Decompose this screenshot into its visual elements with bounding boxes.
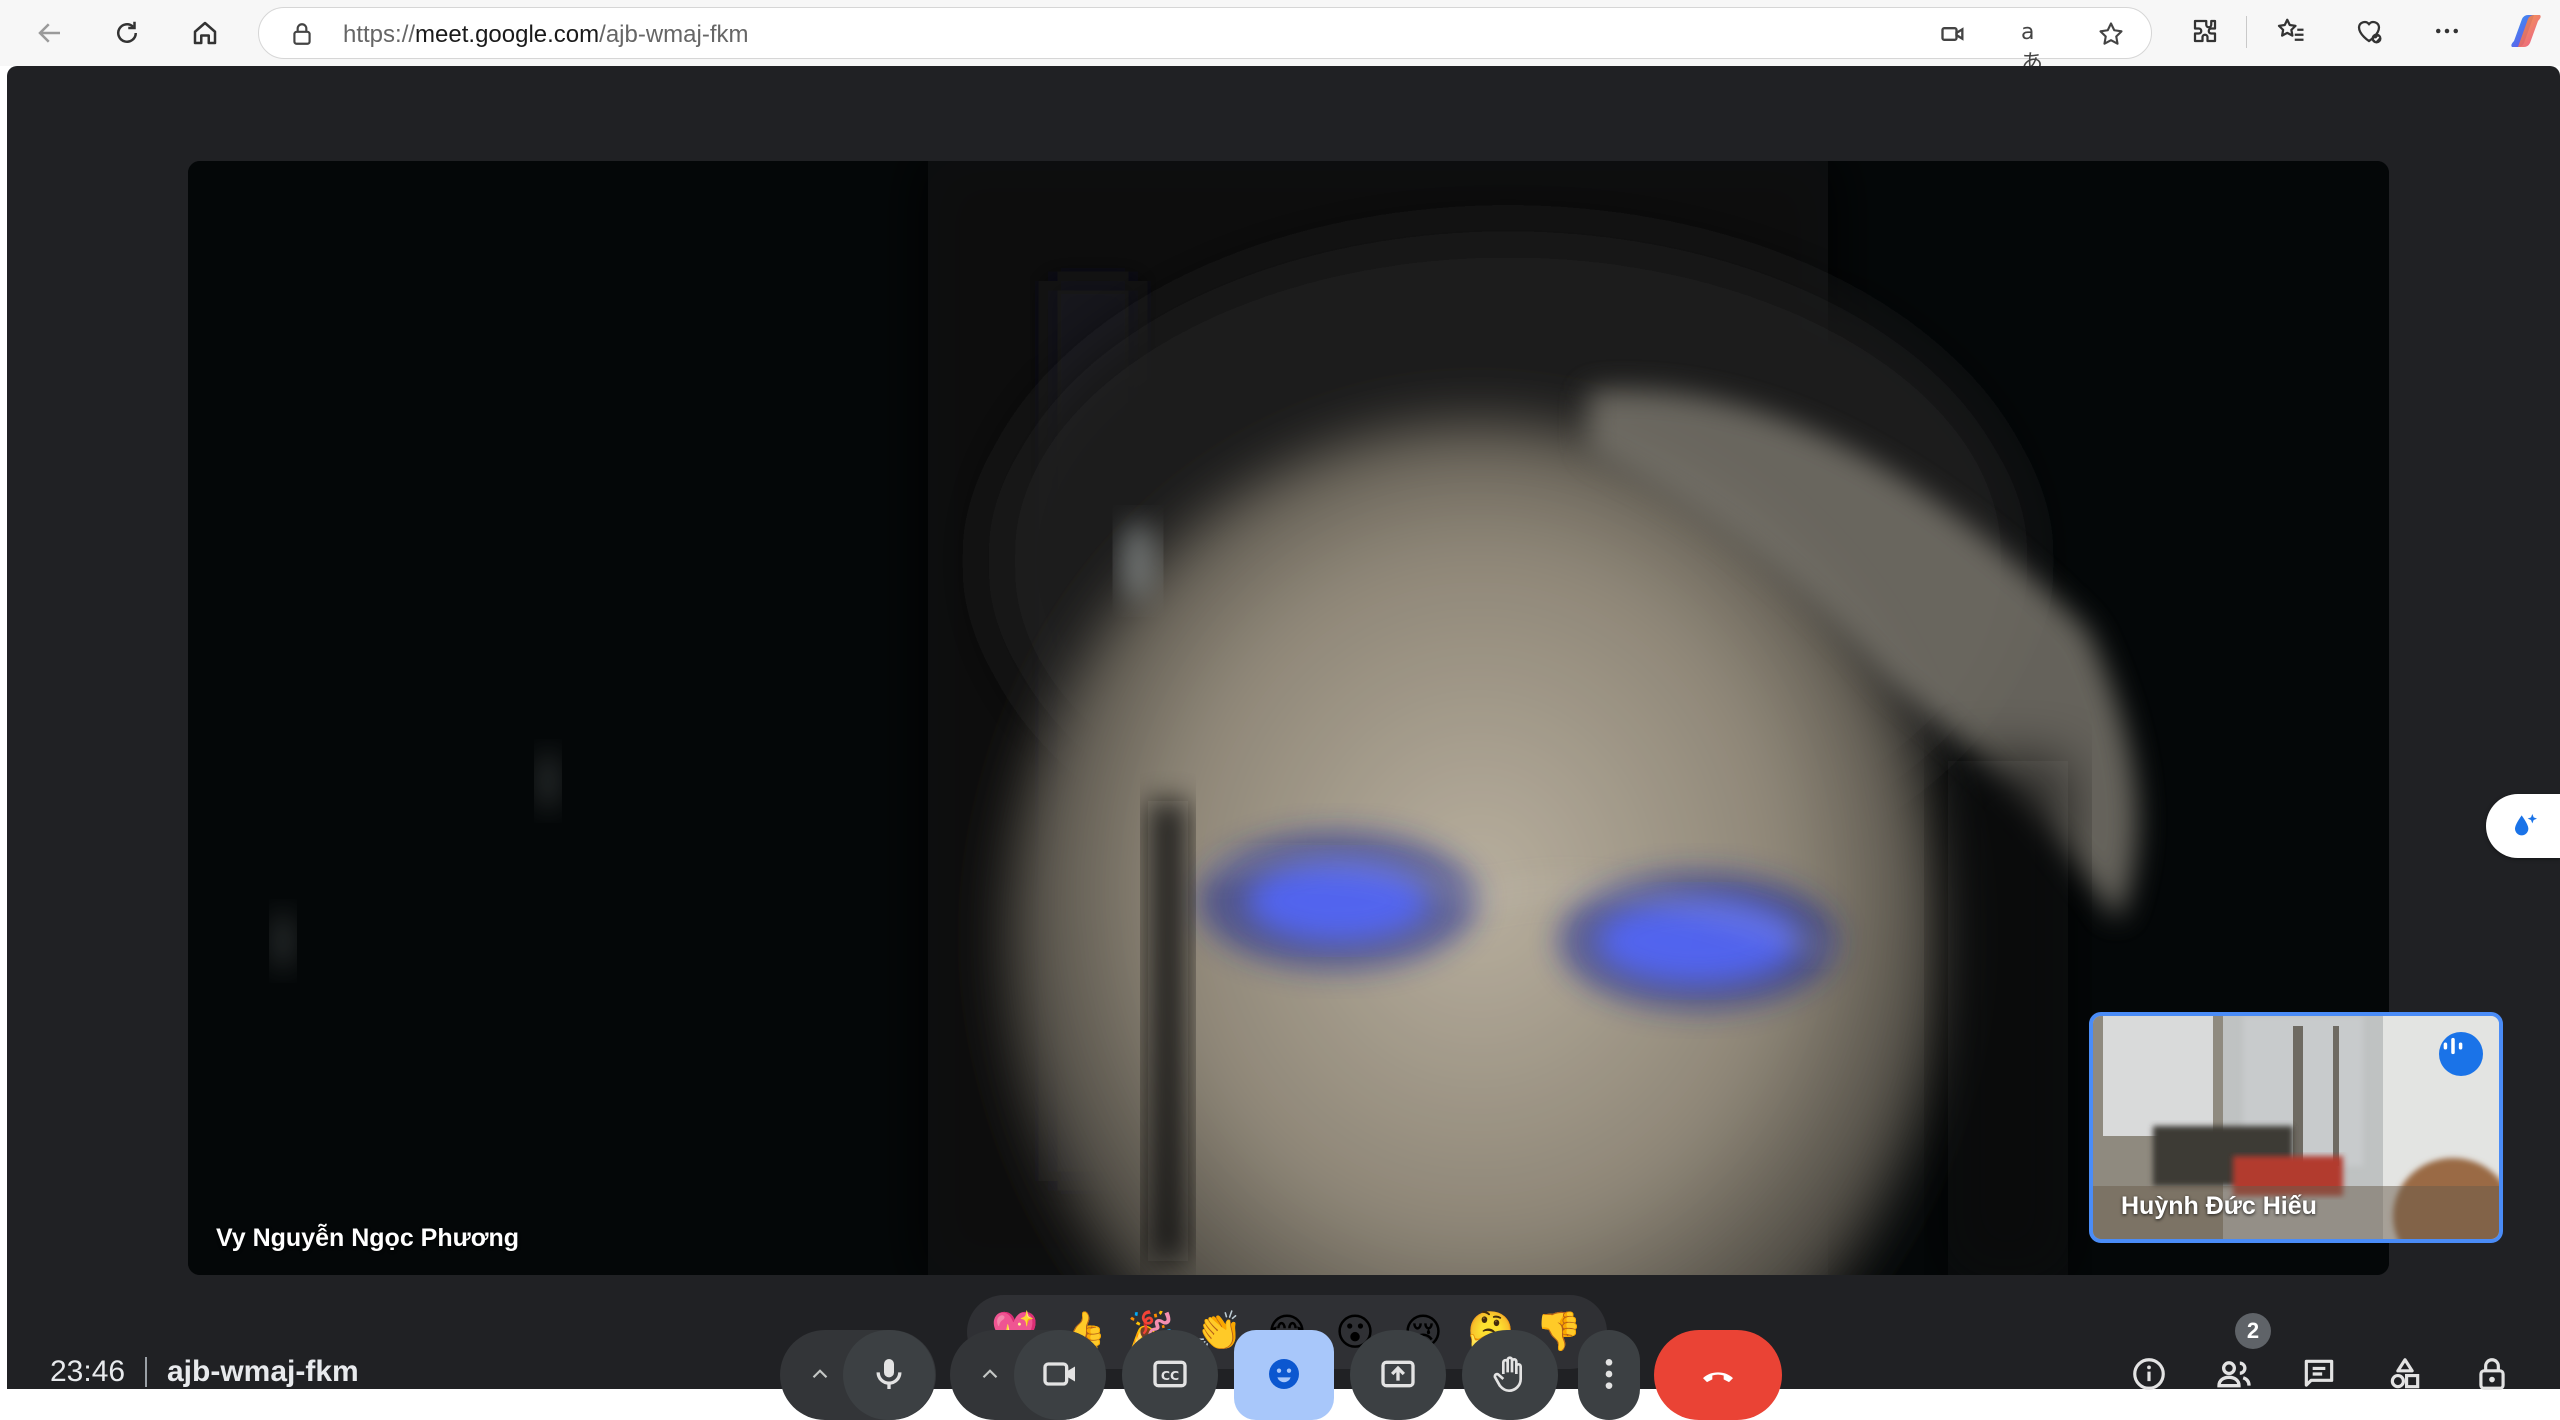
copilot-button[interactable] bbox=[2505, 10, 2547, 52]
leave-call-button[interactable] bbox=[1654, 1330, 1782, 1420]
chat-button[interactable] bbox=[2297, 1352, 2341, 1396]
participant-count-badge: 2 bbox=[2235, 1313, 2271, 1349]
info-divider bbox=[145, 1357, 147, 1387]
copilot-icon bbox=[2511, 15, 2541, 47]
home-button[interactable] bbox=[182, 10, 228, 56]
people-button[interactable] bbox=[2212, 1352, 2256, 1396]
main-participant-name: Vy Nguyễn Ngọc Phương bbox=[216, 1224, 520, 1252]
heart-pulse-icon bbox=[2357, 20, 2382, 44]
video-settings-caret[interactable] bbox=[970, 1354, 1010, 1394]
meeting-code: ajb-wmaj-fkm bbox=[167, 1355, 359, 1388]
favorites-button[interactable] bbox=[2274, 14, 2308, 48]
speaking-indicator-icon bbox=[2439, 1032, 2483, 1076]
browser-essentials-button[interactable] bbox=[2352, 14, 2386, 48]
audio-settings-caret[interactable] bbox=[800, 1354, 840, 1394]
browser-toolbar: https://meet.google.com/ajb-wmaj-fkm aあ bbox=[0, 0, 2560, 76]
microphone-button[interactable] bbox=[843, 1330, 935, 1420]
url-scheme: https:// bbox=[343, 21, 416, 48]
puzzle-icon bbox=[2193, 19, 2217, 43]
url-path: /ajb-wmaj-fkm bbox=[599, 21, 749, 48]
more-vertical-icon bbox=[1605, 1359, 1613, 1389]
sparkle-drop-icon bbox=[2515, 814, 2537, 836]
url-text[interactable]: https://meet.google.com/ajb-wmaj-fkm bbox=[343, 21, 749, 49]
reactions-button[interactable] bbox=[1234, 1330, 1334, 1420]
host-controls-button[interactable] bbox=[2470, 1352, 2514, 1396]
camera-button[interactable] bbox=[1014, 1330, 1106, 1420]
favorites-list-icon bbox=[2277, 18, 2304, 41]
refresh-button[interactable] bbox=[104, 10, 150, 56]
favorite-star-icon[interactable] bbox=[2097, 20, 2125, 48]
activities-button[interactable] bbox=[2383, 1352, 2427, 1396]
participant-video-feed bbox=[188, 161, 2389, 1275]
emoji-smile-icon bbox=[1269, 1359, 1299, 1389]
refresh-icon bbox=[117, 21, 137, 43]
more-horizontal-icon bbox=[2436, 28, 2458, 34]
self-participant-name: Huỳnh Đức Hiếu bbox=[2121, 1192, 2317, 1220]
video-camera-icon bbox=[1043, 1362, 1075, 1386]
chat-icon bbox=[2304, 1359, 2334, 1387]
url-host: meet.google.com bbox=[415, 21, 600, 48]
chevron-up-icon bbox=[812, 1369, 828, 1379]
address-bar[interactable]: https://meet.google.com/ajb-wmaj-fkm aあ bbox=[258, 7, 2152, 76]
main-video-tile[interactable]: Vy Nguyễn Ngọc Phương bbox=[188, 161, 2389, 1275]
meeting-clock: 23:46 bbox=[50, 1355, 126, 1388]
lock-icon[interactable] bbox=[289, 21, 315, 47]
meet-stage: Vy Nguyễn Ngọc Phương Huỳnh Đức Hiếu 💖 👍… bbox=[7, 66, 2560, 1389]
home-icon bbox=[193, 21, 217, 45]
present-upload-icon bbox=[1381, 1360, 1415, 1388]
camera-in-use-icon[interactable] bbox=[1939, 20, 1967, 48]
captions-button[interactable]: CC bbox=[1122, 1330, 1218, 1420]
chevron-up-icon bbox=[982, 1369, 998, 1379]
settings-more-button[interactable] bbox=[2430, 14, 2464, 48]
raise-hand-button[interactable] bbox=[1462, 1330, 1558, 1420]
meeting-details-button[interactable] bbox=[2127, 1352, 2171, 1396]
more-options-button[interactable] bbox=[1578, 1330, 1640, 1420]
svg-text:CC: CC bbox=[1161, 1368, 1179, 1383]
shapes-icon bbox=[2390, 1358, 2420, 1389]
people-icon bbox=[2217, 1361, 2251, 1388]
present-screen-button[interactable] bbox=[1350, 1330, 1446, 1420]
toolbar-divider bbox=[2246, 16, 2247, 48]
back-button[interactable] bbox=[27, 10, 73, 56]
extensions-button[interactable] bbox=[2188, 14, 2222, 48]
lock-person-icon bbox=[2479, 1358, 2505, 1390]
self-view-tile[interactable]: Huỳnh Đức Hiếu bbox=[2089, 1012, 2503, 1243]
closed-captions-icon: CC bbox=[1153, 1360, 1187, 1388]
read-aloud-icon[interactable]: aあ bbox=[2021, 20, 2049, 76]
raise-hand-icon bbox=[1493, 1356, 1522, 1392]
sidebar-assistant-button[interactable] bbox=[2486, 794, 2560, 858]
hang-up-phone-icon bbox=[1703, 1372, 1733, 1383]
back-arrow-icon bbox=[38, 23, 60, 43]
info-icon bbox=[2133, 1358, 2165, 1390]
microphone-icon bbox=[876, 1359, 902, 1389]
